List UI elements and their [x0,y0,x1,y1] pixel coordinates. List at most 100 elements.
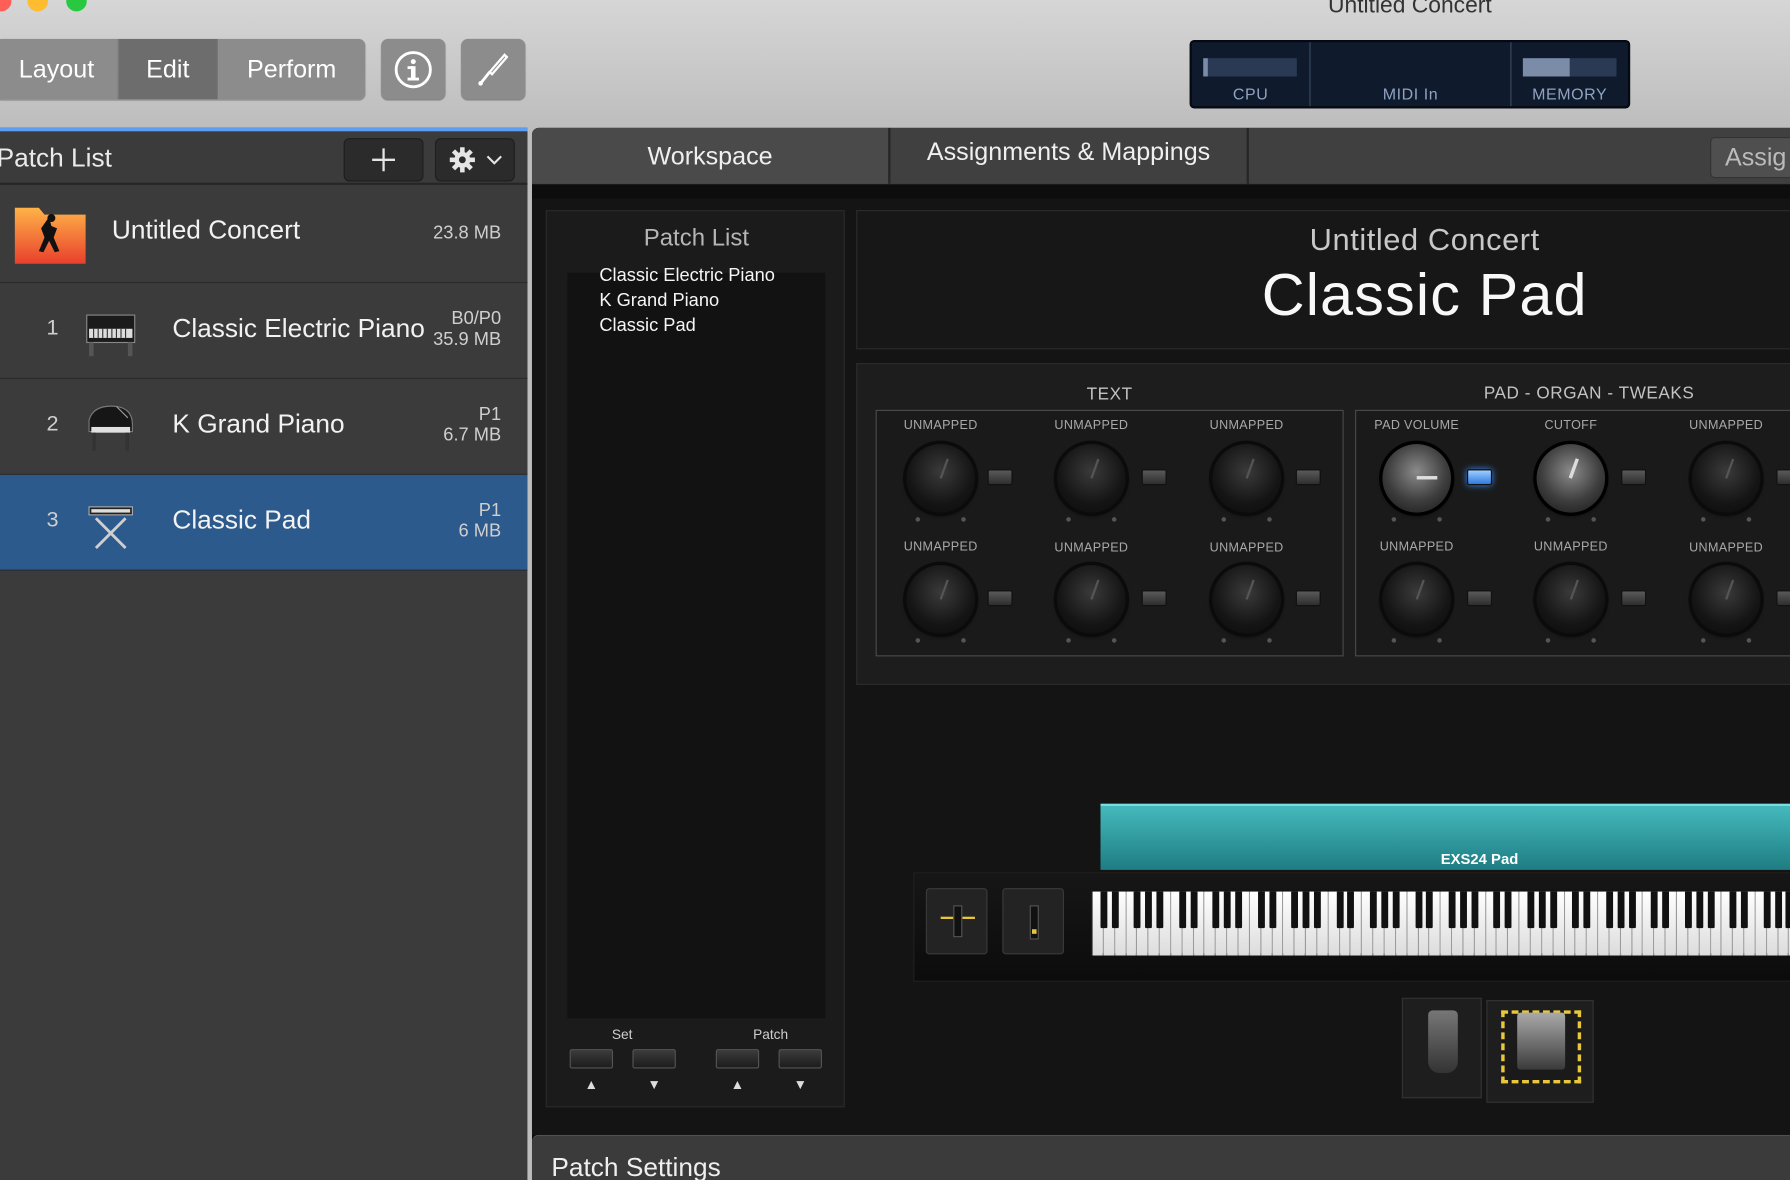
tab-assignments-overflow[interactable]: Assig [1710,136,1790,179]
black-key[interactable] [1785,891,1790,929]
black-key[interactable] [1741,891,1748,929]
black-key[interactable] [1212,891,1220,929]
black-key[interactable] [1156,891,1164,929]
black-key[interactable] [1460,891,1467,929]
knob[interactable] [1691,565,1761,634]
black-key[interactable] [1426,891,1434,929]
black-key[interactable] [1134,891,1141,929]
pitch-bend-wheel[interactable] [925,888,988,955]
piano-keyboard[interactable] [1091,890,1790,956]
black-key[interactable] [1684,891,1692,929]
black-key[interactable] [1729,891,1737,929]
patch-row[interactable]: 1 Classic Electric Piano B0/P0 35.9 MB [0,283,528,380]
black-key[interactable] [1763,891,1771,929]
black-key[interactable] [1549,891,1557,929]
black-key[interactable] [1774,891,1782,929]
black-key[interactable] [1336,891,1344,929]
knob[interactable] [1057,444,1126,513]
workspace-patch-item[interactable]: Classic Pad [599,316,695,337]
pad-volume-knob[interactable] [1382,444,1451,513]
knob[interactable] [906,565,975,634]
concert-row[interactable]: Untitled Concert 23.8 MB [0,184,528,284]
patch-row-selected[interactable]: 3 Classic Pad P1 6 MB [0,474,528,571]
control-button[interactable] [1776,469,1790,486]
patch-settings-header[interactable]: Patch Settings [531,1134,1790,1180]
patch-down-button[interactable] [778,1049,822,1069]
black-key[interactable] [1111,891,1119,929]
control-button[interactable] [1141,469,1167,486]
black-key[interactable] [1493,891,1501,929]
black-key[interactable] [1448,891,1456,929]
zoom-window-button[interactable] [66,0,87,12]
black-key[interactable] [1370,891,1377,929]
cutoff-knob[interactable] [1536,444,1606,513]
control-button[interactable] [1295,590,1321,607]
black-key[interactable] [1606,891,1613,929]
black-key[interactable] [1347,891,1355,929]
close-window-button[interactable] [0,0,12,12]
black-key[interactable] [1471,891,1479,929]
patch-row[interactable]: 2 K Grand Piano P1 6.7 MB [0,379,528,475]
black-key[interactable] [1313,891,1321,929]
tab-workspace[interactable]: Workspace [531,127,891,184]
knob[interactable] [1057,565,1126,634]
black-key[interactable] [1190,891,1198,929]
black-key[interactable] [1662,891,1670,929]
info-button[interactable] [381,38,446,100]
black-key[interactable] [1100,891,1108,929]
add-patch-button[interactable] [343,138,424,182]
black-key[interactable] [1651,891,1658,929]
instrument-layer-bar[interactable]: EXS24 Pad [1100,803,1790,870]
black-key[interactable] [1504,891,1512,929]
modulation-wheel[interactable] [1002,888,1064,955]
expression-pedal[interactable] [1486,1000,1594,1103]
black-key[interactable] [1707,891,1715,929]
control-button[interactable] [1295,469,1321,486]
edit-mode-button[interactable]: Edit [118,38,219,100]
knob[interactable] [1536,565,1606,634]
black-key[interactable] [1583,891,1591,929]
black-key[interactable] [1538,891,1546,929]
black-key[interactable] [1223,891,1231,929]
black-key[interactable] [1696,891,1703,929]
black-key[interactable] [1381,891,1389,929]
tab-assignments-mappings[interactable]: Assignments & Mappings [890,127,1249,184]
set-down-button[interactable] [632,1049,676,1069]
black-key[interactable] [1268,891,1276,929]
control-button[interactable] [1141,590,1167,607]
tuner-button[interactable] [461,38,526,100]
control-button[interactable] [987,469,1013,486]
black-key[interactable] [1392,891,1400,929]
knob[interactable] [1382,565,1451,634]
patch-list-actions-button[interactable] [434,138,515,182]
patch-up-button[interactable] [715,1049,760,1069]
knob[interactable] [1212,565,1281,634]
knob[interactable] [1691,444,1761,513]
layout-mode-button[interactable]: Layout [0,38,119,100]
set-up-button[interactable] [569,1049,614,1069]
black-key[interactable] [1572,891,1580,929]
knob[interactable] [906,444,975,513]
control-button[interactable] [1621,590,1647,607]
black-key[interactable] [1179,891,1186,929]
black-key[interactable] [1145,891,1153,929]
black-key[interactable] [1415,891,1422,929]
control-button[interactable] [1621,469,1647,486]
control-button[interactable] [1466,590,1493,607]
control-button[interactable] [1776,590,1790,607]
perform-mode-button[interactable]: Perform [218,38,366,100]
workspace-patch-item[interactable]: K Grand Piano [599,291,719,312]
control-button[interactable] [987,590,1013,607]
workspace-patch-item[interactable]: Classic Electric Piano [599,266,775,287]
black-key[interactable] [1628,891,1636,929]
knob[interactable] [1212,444,1281,513]
black-key[interactable] [1302,891,1310,929]
black-key[interactable] [1235,891,1243,929]
black-key[interactable] [1617,891,1625,929]
minimize-window-button[interactable] [27,0,48,12]
black-key[interactable] [1257,891,1265,929]
pad-volume-button-on[interactable] [1466,469,1493,486]
black-key[interactable] [1291,891,1299,929]
black-key[interactable] [1527,891,1535,929]
sustain-pedal[interactable] [1401,997,1482,1099]
